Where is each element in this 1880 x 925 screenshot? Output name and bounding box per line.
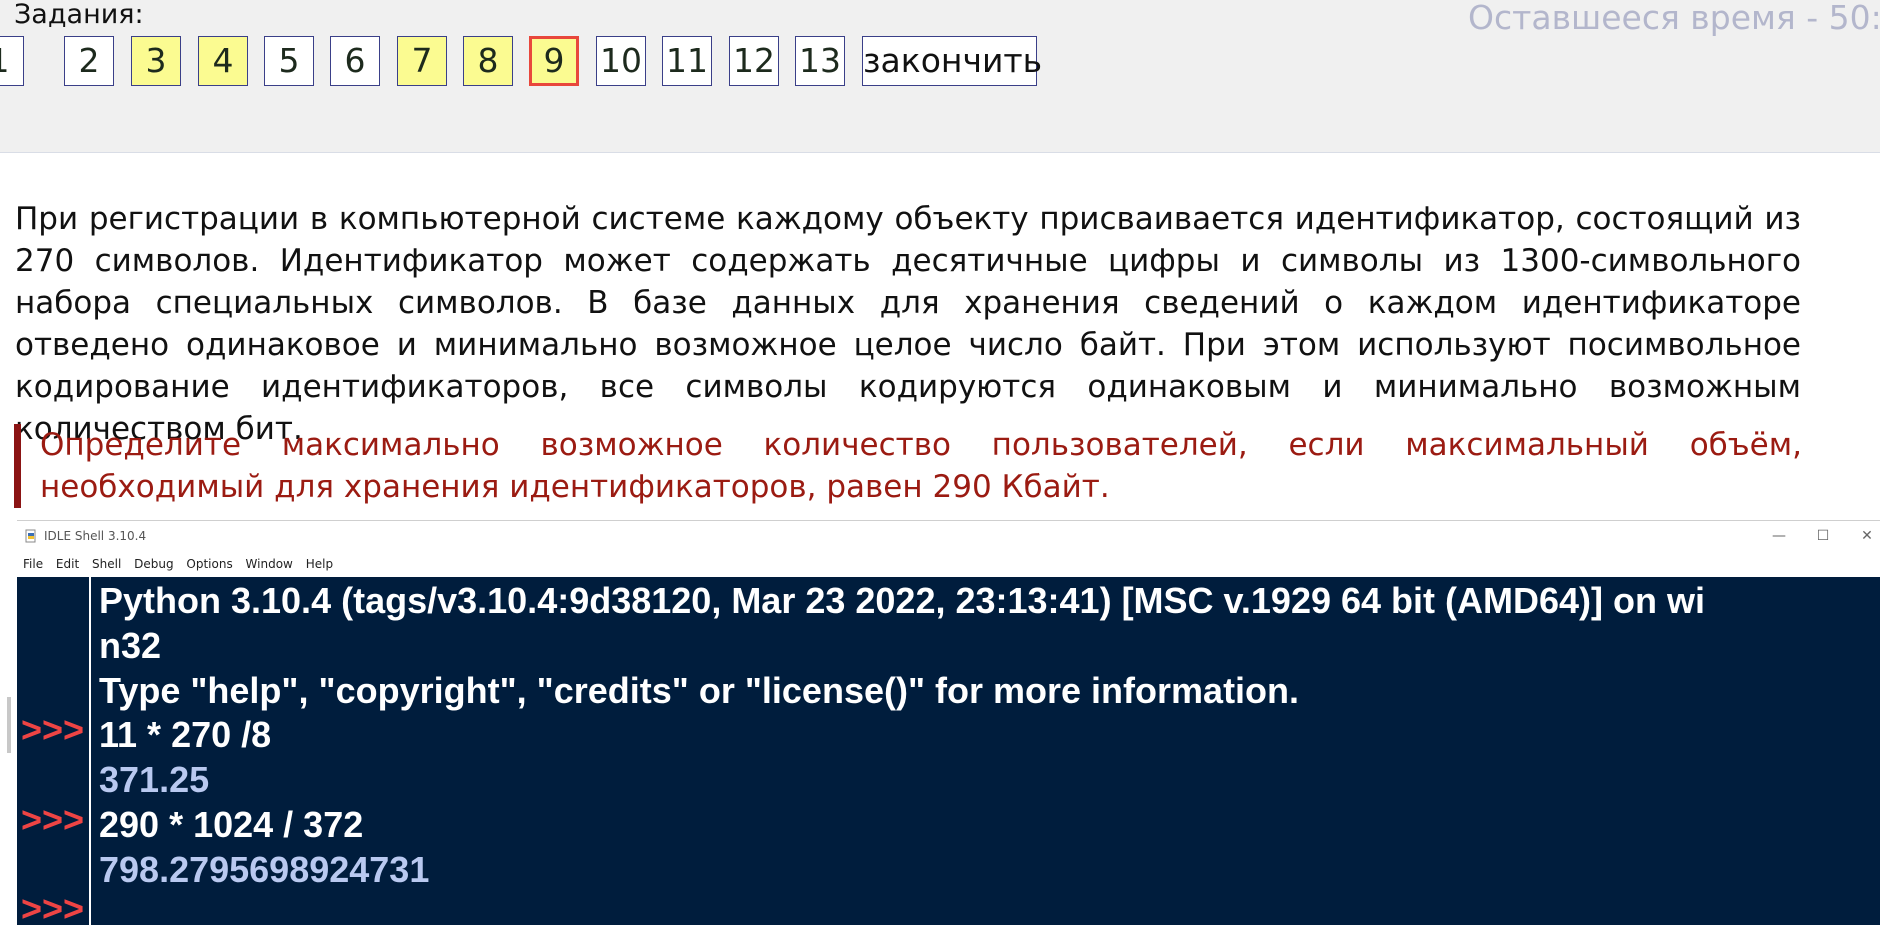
task-button-7[interactable]: 7 <box>397 36 447 86</box>
python-file-icon <box>25 529 36 543</box>
task-button-2[interactable]: 2 <box>64 36 114 86</box>
shell-prompt: >>> <box>21 709 85 750</box>
input-line: 290 * 1024 / 372 <box>99 803 364 845</box>
banner-line: n32 <box>99 624 162 666</box>
output-line: 371.25 <box>99 759 210 801</box>
shell-output: Python 3.10.4 (tags/v3.10.4:9d38120, Mar… <box>99 579 1869 893</box>
finish-button[interactable]: закончить <box>862 36 1042 86</box>
task-button-4[interactable]: 4 <box>198 36 248 86</box>
task-button-12[interactable]: 12 <box>729 36 779 86</box>
left-scrollbar[interactable] <box>7 697 11 753</box>
question-text: При регистрации в компьютерной системе к… <box>15 201 1801 447</box>
maximize-icon[interactable]: ☐ <box>1803 521 1843 551</box>
task-button-13[interactable]: 13 <box>795 36 845 86</box>
task-navigation-bar: Задания: Оставшееся время - 50:52 1 2 3 … <box>0 0 1880 153</box>
task-button-3[interactable]: 3 <box>131 36 181 86</box>
task-button-5[interactable]: 5 <box>264 36 314 86</box>
minimize-icon[interactable]: — <box>1759 521 1799 551</box>
window-title-bar: IDLE Shell 3.10.4 — ☐ ✕ <box>17 521 1880 551</box>
menu-debug[interactable]: Debug <box>134 551 173 577</box>
output-line: 798.2795698924731 <box>99 848 430 890</box>
close-icon[interactable]: ✕ <box>1847 521 1880 551</box>
menu-window[interactable]: Window <box>246 551 293 577</box>
menu-edit[interactable]: Edit <box>56 551 79 577</box>
menu-bar: File Edit Shell Debug Options Window Hel… <box>17 551 1880 577</box>
banner-line: Python 3.10.4 (tags/v3.10.4:9d38120, Mar… <box>99 580 1706 621</box>
banner-line: Type "help", "copyright", "credits" or "… <box>99 669 1300 711</box>
remaining-time: Оставшееся время - 50:52 <box>1468 0 1880 37</box>
task-button-11[interactable]: 11 <box>662 36 712 86</box>
menu-help[interactable]: Help <box>306 551 333 577</box>
task-button-10[interactable]: 10 <box>596 36 646 86</box>
shell-prompt: >>> <box>21 888 85 925</box>
input-line: 11 * 270 /8 <box>99 714 272 756</box>
task-button-9[interactable]: 9 <box>529 36 579 86</box>
menu-options[interactable]: Options <box>186 551 232 577</box>
task-button-8[interactable]: 8 <box>463 36 513 86</box>
menu-shell[interactable]: Shell <box>92 551 121 577</box>
task-statement: Определите максимально возможное количес… <box>14 424 1802 508</box>
tasks-label: Задания: <box>14 0 144 30</box>
page: Задания: Оставшееся время - 50:52 1 2 3 … <box>0 0 1880 925</box>
menu-file[interactable]: File <box>23 551 43 577</box>
window-title: IDLE Shell 3.10.4 <box>44 529 147 543</box>
shell-area[interactable]: >>> >>> >>> Python 3.10.4 (tags/v3.10.4:… <box>17 577 1880 925</box>
shell-prompt: >>> <box>21 799 85 840</box>
task-button-1[interactable]: 1 <box>0 36 24 86</box>
task-button-6[interactable]: 6 <box>330 36 380 86</box>
prompt-gutter: >>> >>> >>> <box>17 577 91 925</box>
idle-shell-window: IDLE Shell 3.10.4 — ☐ ✕ File Edit Shell … <box>17 520 1880 925</box>
